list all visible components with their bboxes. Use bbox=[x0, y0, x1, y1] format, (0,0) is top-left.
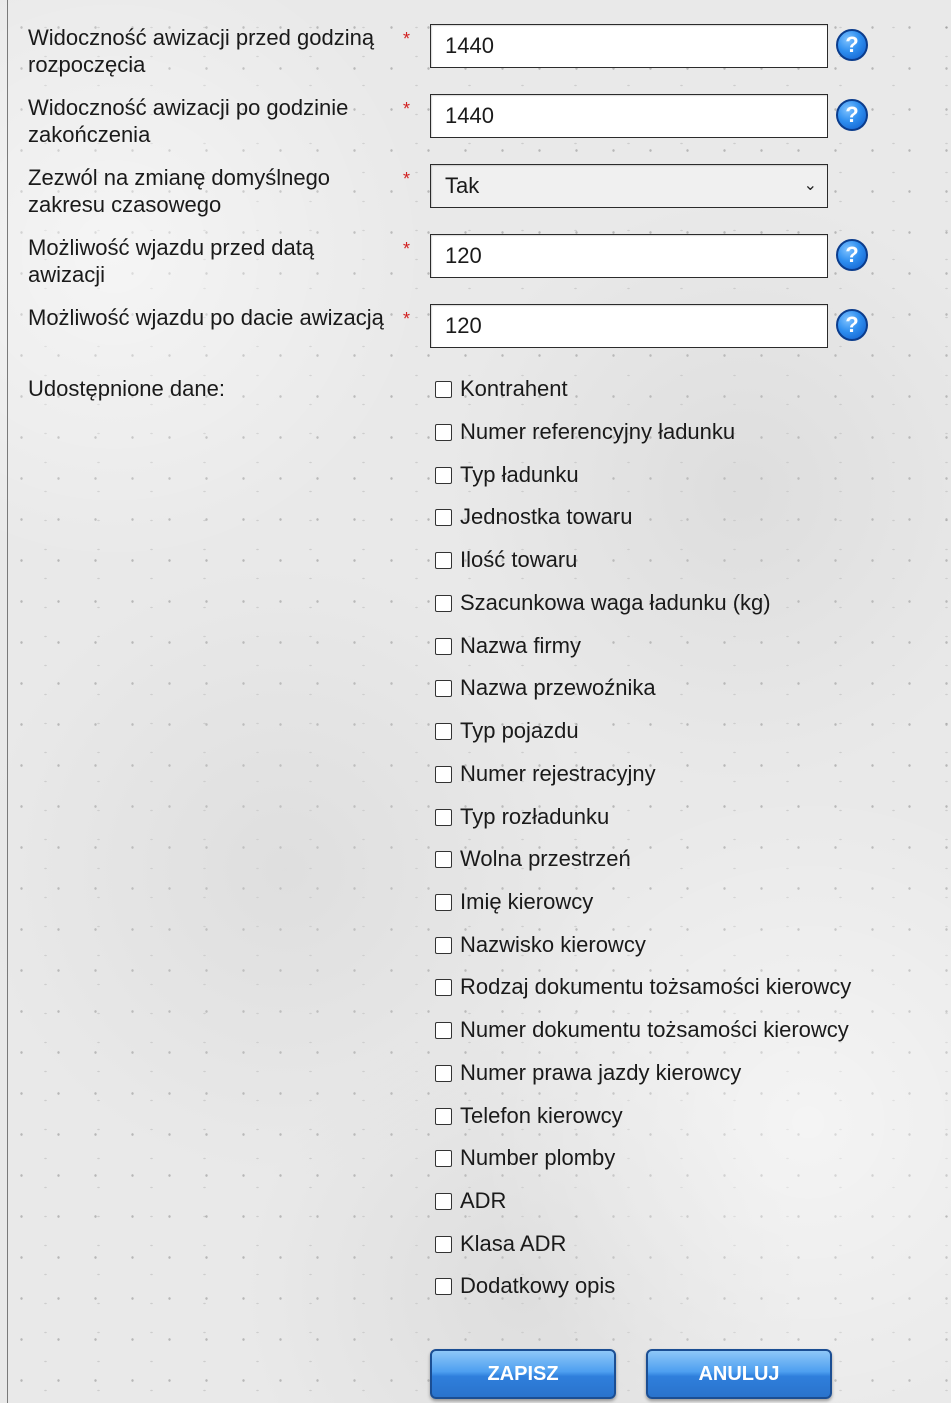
label-allow-time-range-change: Zezwól na zmianę domyślnego zakresu czas… bbox=[28, 165, 331, 217]
checkbox-row[interactable]: Wolna przestrzeń bbox=[435, 844, 631, 874]
checkbox-label: Dodatkowy opis bbox=[460, 1273, 616, 1298]
label-shared-data: Udostępnione dane: bbox=[28, 376, 225, 401]
checkbox-label: Typ pojazdu bbox=[460, 718, 579, 743]
entry-after-date-input[interactable]: 120 bbox=[430, 304, 828, 348]
label-entry-before-date: Możliwość wjazdu przed datą awizacji bbox=[28, 235, 315, 287]
checkbox[interactable] bbox=[435, 423, 452, 441]
checkbox[interactable] bbox=[435, 1277, 452, 1295]
page-border bbox=[7, 0, 8, 1403]
checkbox[interactable] bbox=[435, 1021, 452, 1039]
checkbox[interactable] bbox=[435, 1192, 452, 1210]
checkbox-label: Typ rozładunku bbox=[460, 804, 610, 829]
chevron-down-icon: ⌄ bbox=[803, 177, 817, 194]
checkbox[interactable] bbox=[435, 978, 452, 996]
checkbox-row[interactable]: Dodatkowy opis bbox=[435, 1271, 615, 1301]
required-marker: * bbox=[403, 29, 411, 49]
checkbox[interactable] bbox=[435, 765, 452, 783]
checkbox[interactable] bbox=[435, 936, 452, 954]
checkbox-label: ADR bbox=[460, 1188, 507, 1213]
checkbox-label: Imię kierowcy bbox=[460, 889, 594, 914]
checkbox-label: Nazwa przewoźnika bbox=[460, 675, 656, 700]
help-icon[interactable]: ? bbox=[836, 309, 868, 341]
checkbox[interactable] bbox=[435, 1149, 452, 1167]
save-button[interactable]: ZAPISZ bbox=[430, 1349, 616, 1399]
checkbox[interactable] bbox=[435, 850, 452, 868]
checkbox-row[interactable]: Nazwisko kierowcy bbox=[435, 930, 646, 960]
checkbox-row[interactable]: Szacunkowa waga ładunku (kg) bbox=[435, 588, 771, 618]
label-entry-after-date: Możliwość wjazdu po dacie awizacją bbox=[28, 305, 384, 330]
checkbox[interactable] bbox=[435, 1235, 452, 1253]
checkbox-row[interactable]: Kontrahent bbox=[435, 374, 568, 404]
checkbox-label: Ilość towaru bbox=[460, 547, 578, 572]
checkbox-row[interactable]: Klasa ADR bbox=[435, 1229, 566, 1259]
checkbox-row[interactable]: Imię kierowcy bbox=[435, 887, 593, 917]
help-icon[interactable]: ? bbox=[836, 99, 868, 131]
checkbox[interactable] bbox=[435, 1064, 452, 1082]
checkbox[interactable] bbox=[435, 893, 452, 911]
checkbox-label: Wolna przestrzeń bbox=[460, 846, 631, 871]
checkbox[interactable] bbox=[435, 551, 452, 569]
checkbox-label: Numer referencyjny ładunku bbox=[460, 419, 736, 444]
checkbox-row[interactable]: Rodzaj dokumentu tożsamości kierowcy bbox=[435, 972, 851, 1002]
label-visibility-after: Widoczność awizacji po godzinie zakończe… bbox=[28, 95, 349, 147]
checkbox[interactable] bbox=[435, 808, 452, 826]
checkbox-label: Szacunkowa waga ładunku (kg) bbox=[460, 590, 771, 615]
checkbox-label: Nazwa firmy bbox=[460, 633, 582, 658]
checkbox-label: Klasa ADR bbox=[460, 1231, 567, 1256]
checkbox-row[interactable]: Numer prawa jazdy kierowcy bbox=[435, 1058, 741, 1088]
label-visibility-before: Widoczność awizacji przed godziną rozpoc… bbox=[28, 25, 375, 77]
checkbox[interactable] bbox=[435, 1107, 452, 1125]
checkbox-label: Nazwisko kierowcy bbox=[460, 932, 646, 957]
checkbox-label: Telefon kierowcy bbox=[460, 1103, 623, 1128]
required-marker: * bbox=[403, 309, 411, 329]
checkbox-row[interactable]: ADR bbox=[435, 1186, 506, 1216]
visibility-before-input[interactable]: 1440 bbox=[430, 24, 828, 68]
checkbox[interactable] bbox=[435, 380, 452, 398]
checkbox[interactable] bbox=[435, 637, 452, 655]
help-icon[interactable]: ? bbox=[836, 29, 868, 61]
select-value: Tak bbox=[445, 173, 480, 198]
checkbox[interactable] bbox=[435, 508, 452, 526]
checkbox[interactable] bbox=[435, 594, 452, 612]
required-marker: * bbox=[403, 99, 411, 119]
checkbox-row[interactable]: Typ ładunku bbox=[435, 460, 579, 490]
checkbox[interactable] bbox=[435, 466, 452, 484]
checkbox-label: Numer prawa jazdy kierowcy bbox=[460, 1060, 742, 1085]
checkbox-row[interactable]: Ilość towaru bbox=[435, 545, 577, 575]
checkbox-label: Number plomby bbox=[460, 1145, 616, 1170]
visibility-after-input[interactable]: 1440 bbox=[430, 94, 828, 138]
help-icon[interactable]: ? bbox=[836, 239, 868, 271]
checkbox-row[interactable]: Numer rejestracyjny bbox=[435, 759, 656, 789]
checkbox-label: Kontrahent bbox=[460, 376, 568, 401]
checkbox-label: Typ ładunku bbox=[460, 462, 579, 487]
checkbox-row[interactable]: Nazwa firmy bbox=[435, 631, 581, 661]
entry-before-date-input[interactable]: 120 bbox=[430, 234, 828, 278]
checkbox-row[interactable]: Nazwa przewoźnika bbox=[435, 673, 656, 703]
checkbox-row[interactable]: Jednostka towaru bbox=[435, 502, 632, 532]
checkbox-row[interactable]: Numer dokumentu tożsamości kierowcy bbox=[435, 1015, 849, 1045]
cancel-button[interactable]: ANULUJ bbox=[646, 1349, 832, 1399]
checkbox-row[interactable]: Telefon kierowcy bbox=[435, 1101, 623, 1131]
required-marker: * bbox=[403, 239, 411, 259]
checkbox-label: Numer rejestracyjny bbox=[460, 761, 656, 786]
checkbox-label: Numer dokumentu tożsamości kierowcy bbox=[460, 1017, 849, 1042]
checkbox-row[interactable]: Typ rozładunku bbox=[435, 802, 609, 832]
checkbox-label: Jednostka towaru bbox=[460, 504, 633, 529]
checkbox-row[interactable]: Numer referencyjny ładunku bbox=[435, 417, 735, 447]
required-marker: * bbox=[403, 169, 411, 189]
checkbox[interactable] bbox=[435, 722, 452, 740]
checkbox-row[interactable]: Typ pojazdu bbox=[435, 716, 579, 746]
checkbox-label: Rodzaj dokumentu tożsamości kierowcy bbox=[460, 974, 852, 999]
checkbox[interactable] bbox=[435, 679, 452, 697]
allow-time-range-select[interactable]: Tak ⌄ bbox=[430, 164, 828, 208]
checkbox-row[interactable]: Number plomby bbox=[435, 1143, 615, 1173]
